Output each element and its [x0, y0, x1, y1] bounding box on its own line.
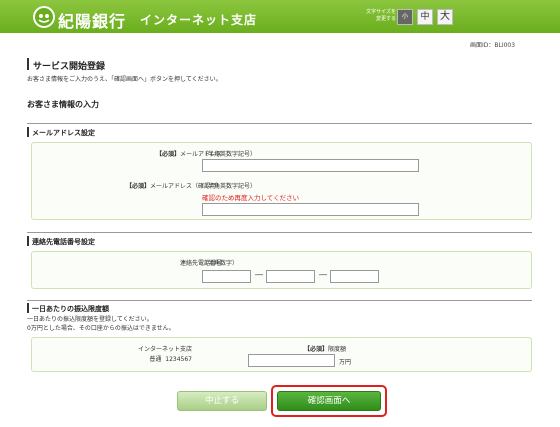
bank-name: 紀陽銀行 [58, 12, 127, 31]
confirm-button[interactable]: 確認画面へ [277, 391, 381, 411]
limit-section-accent-bar [27, 303, 29, 313]
fontsize-medium-button[interactable]: 中 [417, 9, 433, 25]
limit-label-text: 限度額 [328, 346, 347, 353]
limit-description-2: 0万円とした場合、その口座からの振込はできません。 [27, 325, 175, 332]
email-section-accent-bar [27, 127, 29, 137]
phone-section-accent-bar [27, 236, 29, 246]
email-hint: （半角英数字記号） [202, 151, 257, 158]
limit-description-1: 一日あたりの振込限度額を登録してください。 [27, 316, 153, 323]
customer-section-title: お客さま情報の入力 [27, 100, 99, 109]
fontsize-caption: 文字サイズを 変更する [350, 9, 396, 23]
account-info: 普通 1234567 [132, 354, 192, 363]
phone-hint: （半角数字） [202, 260, 239, 267]
page-description: お客さま情報をご入力のうえ、「確認画面へ」ボタンを押してください。 [27, 76, 222, 83]
fontsize-large-button[interactable]: 大 [437, 9, 453, 25]
email-required-badge: 【必須】 [155, 151, 180, 158]
limit-panel: インターネット支店 普通 1234567 【必須】限度額 万円 [31, 337, 532, 372]
branch-name: インターネット支店 [140, 13, 258, 27]
email-input[interactable] [202, 159, 419, 172]
limit-section-divider [27, 300, 532, 301]
confirm-button-highlight: 確認画面へ [271, 385, 387, 417]
fontsize-caption-line1: 文字サイズを [366, 9, 396, 15]
phone-section-divider [27, 232, 532, 233]
phone-dash-2: ― [319, 270, 327, 279]
account-branch: インターネット支店 [137, 346, 192, 353]
limit-section-title: 一日あたりの振込限度額 [32, 305, 109, 313]
header-bar: 紀陽銀行 インターネット支店 文字サイズを 変更する 小 中 大 [0, 0, 560, 33]
email-confirm-input[interactable] [202, 203, 419, 216]
fontsize-caption-line2: 変更する [375, 16, 396, 22]
phone-input-part1[interactable] [202, 270, 251, 283]
phone-input-part3[interactable] [330, 270, 379, 283]
screen-id: 画面ID：BLI003 [470, 42, 516, 49]
email-confirm-hint: （半角英数字記号） [202, 183, 257, 190]
bank-logo-icon [33, 6, 55, 28]
limit-required-badge: 【必須】 [304, 346, 329, 353]
limit-amount-input[interactable] [248, 354, 335, 367]
limit-unit: 万円 [339, 359, 352, 366]
title-accent-bar [27, 58, 29, 70]
phone-input-part2[interactable] [266, 270, 315, 283]
fontsize-small-button[interactable]: 小 [397, 9, 413, 25]
account-number: 1234567 [165, 356, 192, 363]
phone-section-title: 連絡先電話番号設定 [32, 238, 95, 246]
email-section-title: メールアドレス設定 [32, 129, 95, 137]
email-section-divider [27, 123, 532, 124]
email-confirm-warning: 確認のため再度入力してください [202, 194, 300, 202]
limit-label: 【必須】限度額 [304, 344, 346, 353]
account-type: 普通 [149, 356, 162, 363]
phone-dash-1: ― [255, 270, 263, 279]
cancel-button[interactable]: 中止する [177, 391, 267, 411]
email-panel: 【必須】メールアドレス （半角英数字記号） 【必須】メールアドレス（確認用） （… [31, 142, 532, 220]
phone-panel: 連絡先電話番号 （半角数字） ― ― [31, 251, 532, 289]
email-confirm-label: 【必須】メールアドレス（確認用） [62, 181, 222, 190]
page-title: サービス開始登録 [33, 62, 106, 72]
email-confirm-required-badge: 【必須】 [125, 183, 150, 190]
